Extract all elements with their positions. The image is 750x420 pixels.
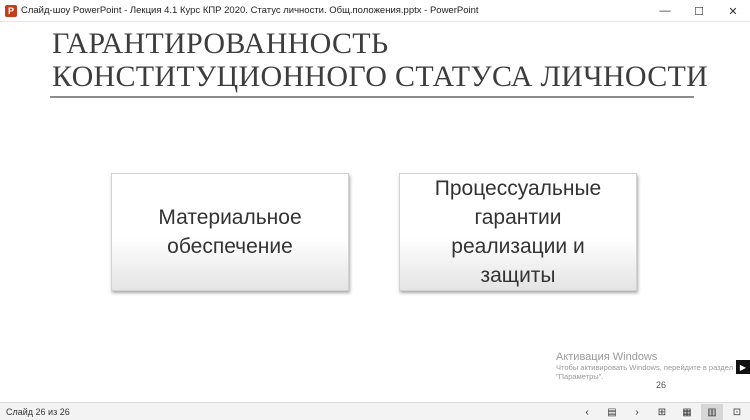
slide-canvas[interactable]: ГАРАНТИРОВАННОСТЬ КОНСТИТУЦИОННОГО СТАТУ… bbox=[0, 22, 750, 402]
window-title: Слайд-шоу PowerPoint - Лекция 4.1 Курс К… bbox=[21, 5, 479, 16]
close-button[interactable]: ✕ bbox=[716, 0, 750, 22]
minimize-button[interactable]: — bbox=[648, 0, 682, 22]
status-bar: Слайд 26 из 26 ‹ ▤ › ⊞ ▦ ▥ ⊡ bbox=[0, 402, 750, 420]
watermark-text: Чтобы активировать Windows, перейдите в … bbox=[556, 363, 734, 381]
window-controls: — ☐ ✕ bbox=[648, 0, 750, 22]
title-divider bbox=[50, 96, 694, 98]
watermark-title: Активация Windows bbox=[556, 351, 658, 363]
notes-icon[interactable]: ▤ bbox=[601, 404, 623, 420]
grid-icon[interactable]: ⊞ bbox=[651, 404, 673, 420]
maximize-button[interactable]: ☐ bbox=[682, 0, 716, 22]
content-box-material-text: Материальное обеспечение bbox=[158, 206, 302, 258]
powerpoint-app-icon: P bbox=[5, 4, 17, 17]
content-box-material: Материальное обеспечение bbox=[111, 173, 349, 291]
grid2-icon[interactable]: ▦ bbox=[676, 404, 698, 420]
windows-activation-watermark: Активация Windows Чтобы активировать Win… bbox=[556, 351, 733, 381]
window-titlebar: P Слайд-шоу PowerPoint - Лекция 4.1 Курс… bbox=[0, 0, 750, 22]
slide-number: 26 bbox=[656, 380, 667, 390]
chevron-right-icon[interactable]: › bbox=[626, 404, 648, 420]
next-arrow-icon[interactable]: ▶ bbox=[736, 360, 750, 374]
slideshow-icon[interactable]: ⊡ bbox=[726, 404, 748, 420]
slide-counter: Слайд 26 из 26 bbox=[6, 406, 70, 417]
reading-view-icon[interactable]: ▥ bbox=[701, 404, 723, 420]
content-box-procedural: Процессуальные гарантии реализации и защ… bbox=[399, 173, 637, 291]
chevron-left-icon[interactable]: ‹ bbox=[576, 404, 598, 420]
status-icons: ‹ ▤ › ⊞ ▦ ▥ ⊡ bbox=[573, 403, 748, 420]
content-box-procedural-text: Процессуальные гарантии реализации и защ… bbox=[434, 177, 602, 287]
slide-title: ГАРАНТИРОВАННОСТЬ КОНСТИТУЦИОННОГО СТАТУ… bbox=[52, 27, 709, 93]
